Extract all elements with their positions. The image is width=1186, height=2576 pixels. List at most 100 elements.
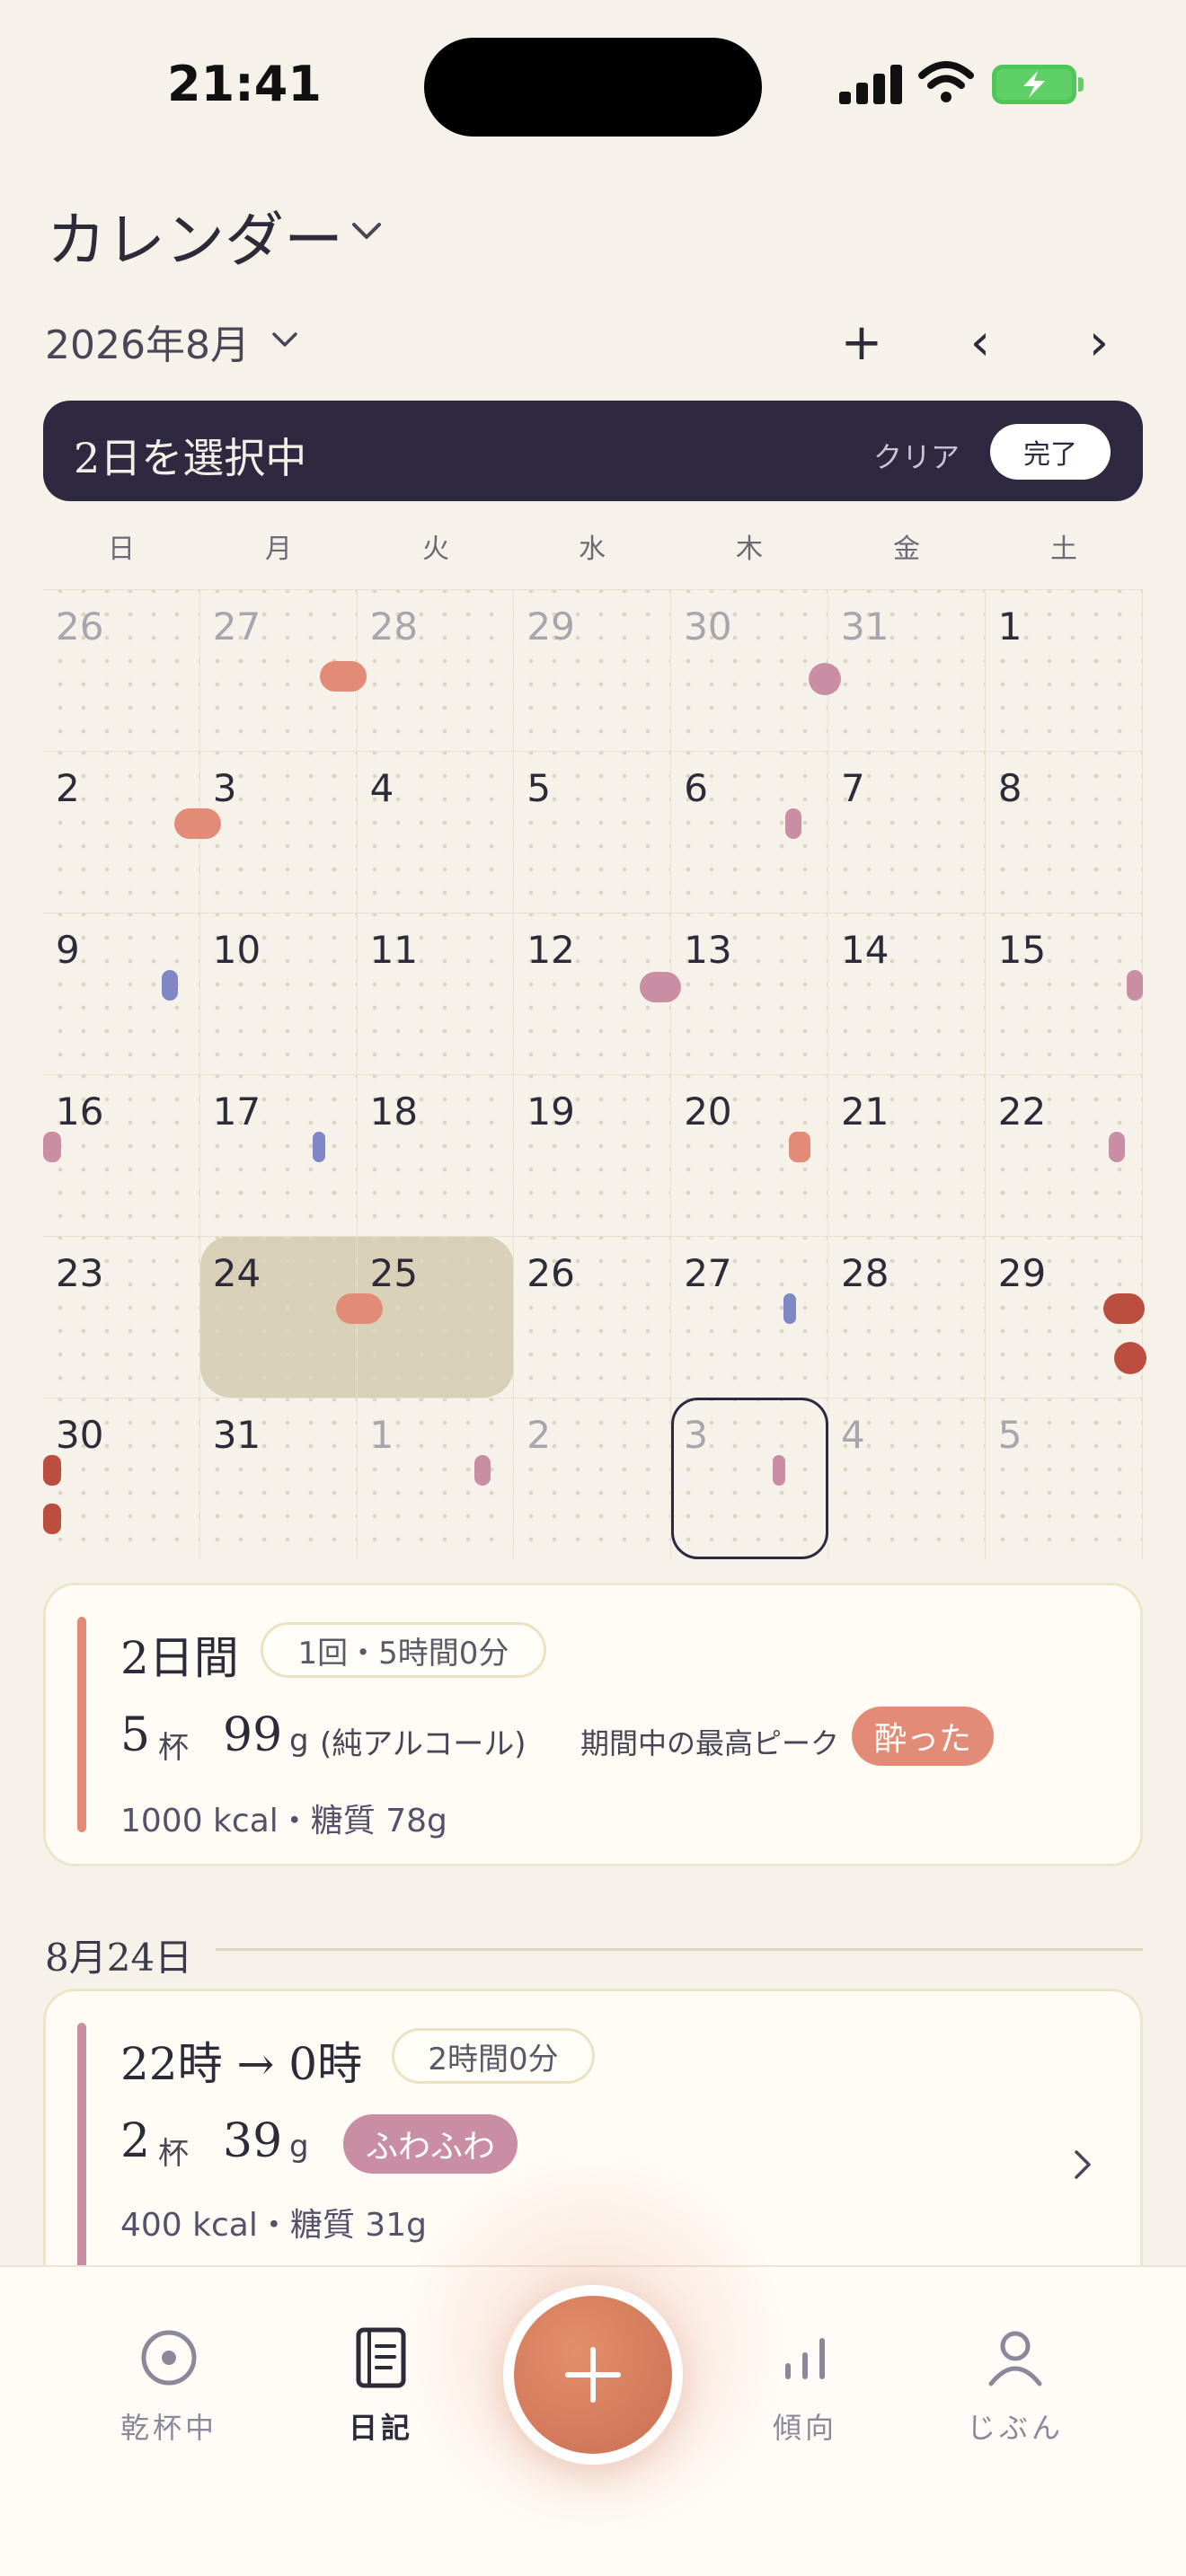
add-drink-button[interactable] <box>514 2296 672 2454</box>
weekday-mon: 月 <box>265 534 292 565</box>
calendar-day-cell[interactable]: 3 <box>199 751 358 913</box>
calendar-day-cell[interactable]: 4 <box>357 751 515 913</box>
day-number: 20 <box>684 1090 732 1134</box>
weekday-sun: 日 <box>108 534 135 565</box>
drink-marker <box>174 808 221 839</box>
drink-marker <box>773 1455 785 1486</box>
day-number: 18 <box>369 1090 419 1134</box>
title-chevron-down-icon[interactable] <box>349 212 385 248</box>
day-number: 29 <box>997 1251 1047 1295</box>
calendar-day-cell[interactable]: 10 <box>199 913 358 1074</box>
calendar-grid: 26 27 28 29 30 31 1 2 3 4 5 6 7 8 9 10 11 12 13 14 15 16 17 18 1… <box>43 589 1146 1559</box>
tab-label: 乾杯中 <box>119 2411 217 2445</box>
calendar-day-cell[interactable]: 27 <box>671 1236 828 1398</box>
summary-nutrition: 1000 kcal・糖質 78g <box>120 1803 447 1839</box>
battery-cap <box>1078 77 1084 92</box>
tab-label: 日記 <box>348 2411 413 2445</box>
day-number: 15 <box>997 928 1047 972</box>
drink-marker <box>809 663 841 695</box>
calendar-day-cell[interactable]: 16 <box>43 1074 200 1236</box>
battery-icon <box>992 65 1076 104</box>
calendar-day-cell[interactable]: 13 <box>671 913 828 1074</box>
day-number: 1 <box>997 604 1022 648</box>
calendar-day-cell[interactable]: 29 <box>514 589 672 751</box>
tab-label: 傾向 <box>772 2411 837 2445</box>
day-number: 17 <box>212 1090 261 1134</box>
tab-trends[interactable]: 傾向 <box>724 2317 886 2447</box>
calendar-day-cell[interactable]: 19 <box>514 1074 672 1236</box>
summary-cups: 5 <box>120 1708 151 1762</box>
drink-marker <box>783 1293 796 1324</box>
day-number: 2 <box>527 1413 552 1457</box>
selection-label: 2日を選択中 <box>74 434 307 482</box>
calendar-day-cell[interactable]: 28 <box>828 1236 986 1398</box>
entry-cups: 2 <box>120 2114 151 2168</box>
calendar-day-cell[interactable]: 11 <box>357 913 515 1074</box>
calendar-day-cell[interactable]: 26 <box>43 589 200 751</box>
calendar-day-cell[interactable]: 25 <box>357 1236 515 1398</box>
summary-cups-unit: 杯 <box>158 1730 189 1766</box>
calendar-day-cell[interactable]: 4 <box>828 1398 986 1559</box>
calendar-day-cell[interactable]: 24 <box>199 1236 358 1398</box>
day-number: 5 <box>527 766 552 810</box>
day-number: 9 <box>56 928 80 972</box>
entry-duration-chip: 2時間0分 <box>392 2028 595 2084</box>
calendar-day-cell[interactable]: 7 <box>828 751 986 913</box>
month-selector[interactable]: 2026年8月 <box>45 313 250 370</box>
month-chevron-down-icon[interactable] <box>270 323 300 354</box>
day-number: 4 <box>841 1413 865 1457</box>
summary-grams: 99 <box>223 1708 283 1762</box>
day-number: 7 <box>841 766 865 810</box>
calendar-day-cell[interactable]: 21 <box>828 1074 986 1236</box>
bar-chart-icon <box>785 2338 825 2379</box>
summary-pure-alcohol: (純アルコール) <box>320 1726 527 1762</box>
tab-kanpai[interactable]: 乾杯中 <box>88 2317 250 2447</box>
next-month-button[interactable]: › <box>1067 311 1130 374</box>
day-number: 26 <box>56 604 104 648</box>
drink-marker <box>43 1455 61 1486</box>
calendar-day-cell[interactable]: 5 <box>985 1398 1143 1559</box>
tab-profile[interactable]: じぶん <box>934 2317 1096 2447</box>
calendar-day-cell[interactable]: 6 <box>671 751 828 913</box>
entry-grams: 39 <box>223 2114 283 2168</box>
day-number: 13 <box>684 928 732 972</box>
calendar-day-cell[interactable]: 17 <box>199 1074 358 1236</box>
day-number: 4 <box>369 766 394 810</box>
day-number: 6 <box>684 766 708 810</box>
calendar-day-cell[interactable]: 5 <box>514 751 672 913</box>
day-number: 16 <box>56 1090 104 1134</box>
day-number: 5 <box>997 1413 1022 1457</box>
day-number: 24 <box>212 1251 261 1295</box>
day-number: 29 <box>527 604 575 648</box>
calendar-day-cell[interactable]: 31 <box>828 589 986 751</box>
calendar-day-cell[interactable]: 14 <box>828 913 986 1074</box>
calendar-day-cell[interactable]: 30 <box>43 1398 200 1559</box>
done-button[interactable]: 完了 <box>990 424 1111 480</box>
calendar-day-cell[interactable]: 18 <box>357 1074 515 1236</box>
calendar-day-cell[interactable]: 23 <box>43 1236 200 1398</box>
page-title[interactable]: カレンダー <box>47 192 343 278</box>
calendar-day-cell[interactable]: 28 <box>357 589 515 751</box>
entry-chevron-right-icon[interactable] <box>1069 2147 1096 2183</box>
add-button[interactable]: + <box>830 311 893 374</box>
calendar-day-cell[interactable]: 30 <box>671 589 828 751</box>
day-number: 25 <box>369 1251 419 1295</box>
summary-grams-unit: g <box>289 1723 309 1759</box>
calendar-day-cell[interactable]: 8 <box>985 751 1143 913</box>
calendar-day-cell[interactable]: 31 <box>199 1398 358 1559</box>
prev-month-button[interactable]: ‹ <box>949 311 1012 374</box>
tab-diary[interactable]: 日記 <box>300 2317 462 2447</box>
weekday-fri: 金 <box>893 534 920 565</box>
day-number: 28 <box>369 604 419 648</box>
day-number: 10 <box>212 928 261 972</box>
calendar-day-cell[interactable]: 1 <box>357 1398 515 1559</box>
record-circle-icon <box>141 2330 197 2386</box>
calendar-day-cell[interactable]: 2 <box>514 1398 672 1559</box>
drink-marker <box>640 972 681 1002</box>
calendar-day-cell[interactable]: 15 <box>985 913 1143 1074</box>
calendar-day-cell[interactable]: 1 <box>985 589 1143 751</box>
entry-nutrition: 400 kcal・糖質 31g <box>120 2207 427 2244</box>
day-number: 22 <box>997 1090 1047 1134</box>
calendar-day-cell[interactable]: 26 <box>514 1236 672 1398</box>
clear-button[interactable]: クリア <box>873 435 960 476</box>
